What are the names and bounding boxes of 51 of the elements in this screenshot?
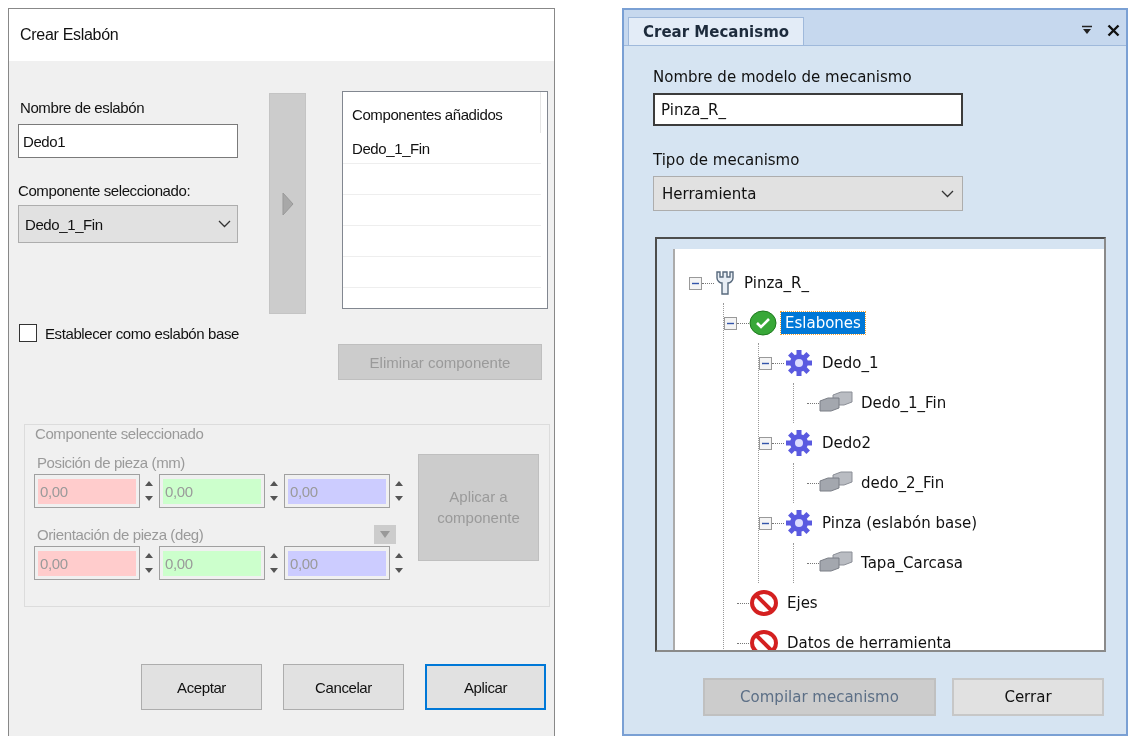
tree-item[interactable]: Tapa_Carcasa (857, 552, 968, 574)
gear-icon (784, 509, 814, 537)
collapse-icon[interactable] (759, 436, 772, 450)
list-item[interactable]: Dedo_1_Fin (343, 133, 541, 164)
group-title: Componente seleccionado (32, 425, 207, 442)
component-dropdown[interactable]: Dedo_1_Fin (18, 205, 238, 243)
blocks-icon (819, 471, 853, 495)
tree-item[interactable]: Pinza (eslabón base) (818, 512, 982, 534)
collapse-icon[interactable] (759, 516, 772, 530)
gear-icon (784, 429, 814, 457)
dialog-button[interactable]: Aplicar (425, 664, 546, 710)
tree-item[interactable]: Eslabones (781, 312, 865, 334)
window-title: Crear Eslabón (20, 26, 119, 44)
dialog-button[interactable]: Aceptar (141, 664, 262, 710)
chevron-down-icon (218, 220, 231, 228)
collapse-icon[interactable] (759, 356, 772, 370)
checkbox-label: Establecer como eslabón base (45, 324, 239, 342)
blocks-icon (819, 391, 853, 415)
name-field[interactable]: Dedo1 (18, 124, 238, 158)
panel-button[interactable]: Cerrar (952, 678, 1104, 716)
model-name-field[interactable]: Pinza_R_ (653, 93, 963, 126)
field-label: Orientación de pieza (deg) (37, 526, 204, 543)
field-label: Tipo de mecanismo (653, 151, 801, 169)
field-label: Componente seleccionado: (18, 182, 192, 199)
field-label: Nombre de modelo de mecanismo (653, 68, 913, 86)
wrench-icon (714, 270, 736, 296)
field-label: Nombre de eslabón (20, 99, 146, 116)
close-icon[interactable] (1107, 24, 1120, 37)
dialog-button[interactable]: Cancelar (283, 664, 404, 710)
tree-item[interactable]: Dedo_1 (818, 352, 883, 374)
collapse-icon[interactable] (724, 316, 737, 330)
prohibited-icon (749, 589, 779, 617)
panel-tab[interactable]: Crear Mecanismo (628, 17, 805, 45)
pin-menu-icon[interactable] (1081, 25, 1093, 36)
chevron-down-icon (941, 189, 954, 198)
blocks-icon (819, 551, 853, 575)
tree-item[interactable]: Dedo2 (818, 432, 876, 454)
checkbox[interactable] (19, 324, 37, 342)
type-dropdown[interactable]: Herramienta (653, 176, 963, 211)
gear-icon (784, 349, 814, 377)
tree-item[interactable]: Datos de herramienta (783, 632, 956, 650)
check-circle-icon (749, 310, 777, 336)
tree-item[interactable]: dedo_2_Fin (857, 472, 949, 494)
field-label: Posición de pieza (mm) (37, 454, 186, 471)
tree-item[interactable]: Ejes (783, 592, 822, 614)
prohibited-icon (749, 629, 779, 650)
play-arrow-icon (281, 191, 294, 216)
tree-item[interactable]: Pinza_R_ (740, 272, 813, 294)
tree-item[interactable]: Dedo_1_Fin (857, 392, 951, 414)
collapse-icon[interactable] (689, 276, 702, 290)
column-header: Componentes añadidos (343, 92, 541, 133)
